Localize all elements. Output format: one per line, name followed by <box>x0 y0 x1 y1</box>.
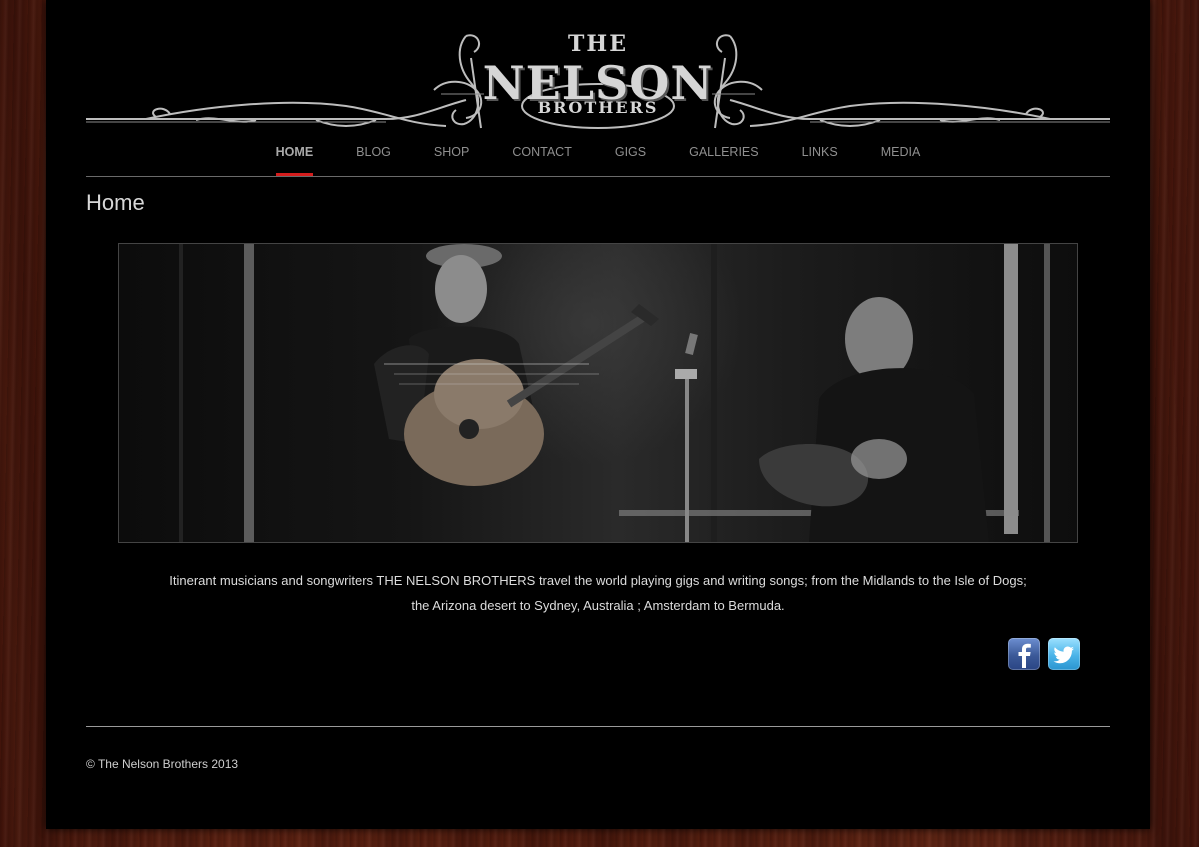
nav-item-contact[interactable]: CONTACT <box>491 140 594 159</box>
hero-photo <box>118 243 1078 543</box>
nav-list: HOME BLOG SHOP CONTACT GIGS GALLERIES LI… <box>86 140 1110 176</box>
twitter-bird-glyph <box>1053 646 1074 664</box>
band-photo-illustration <box>179 244 1050 542</box>
page-container: THE NELSON BROTHERS HOME BLOG SHOP CONTA… <box>46 0 1150 829</box>
facebook-icon[interactable] <box>1008 638 1040 670</box>
intro-line-2: the Arizona desert to Sydney, Australia … <box>411 598 785 613</box>
nav-item-galleries[interactable]: GALLERIES <box>668 140 780 159</box>
site-logo[interactable]: THE NELSON BROTHERS <box>86 28 1110 138</box>
twitter-icon[interactable] <box>1048 638 1080 670</box>
facebook-glyph <box>1018 643 1031 668</box>
logo-text-the: THE <box>568 31 628 57</box>
page-title: Home <box>86 190 145 215</box>
nav-item-blog[interactable]: BLOG <box>335 140 413 159</box>
nav-item-media[interactable]: MEDIA <box>859 140 942 159</box>
main-navigation: HOME BLOG SHOP CONTACT GIGS GALLERIES LI… <box>86 140 1110 177</box>
nav-item-shop[interactable]: SHOP <box>412 140 490 159</box>
nav-item-gigs[interactable]: GIGS <box>593 140 667 159</box>
nav-item-home[interactable]: HOME <box>254 140 335 176</box>
logo-text-brothers: BROTHERS <box>537 98 659 117</box>
intro-text: Itinerant musicians and songwriters THE … <box>86 568 1110 618</box>
intro-line-1: Itinerant musicians and songwriters THE … <box>169 573 1027 588</box>
copyright-text: © The Nelson Brothers 2013 <box>86 757 239 771</box>
nav-item-links[interactable]: LINKS <box>780 140 859 159</box>
footer-divider <box>86 726 1110 727</box>
